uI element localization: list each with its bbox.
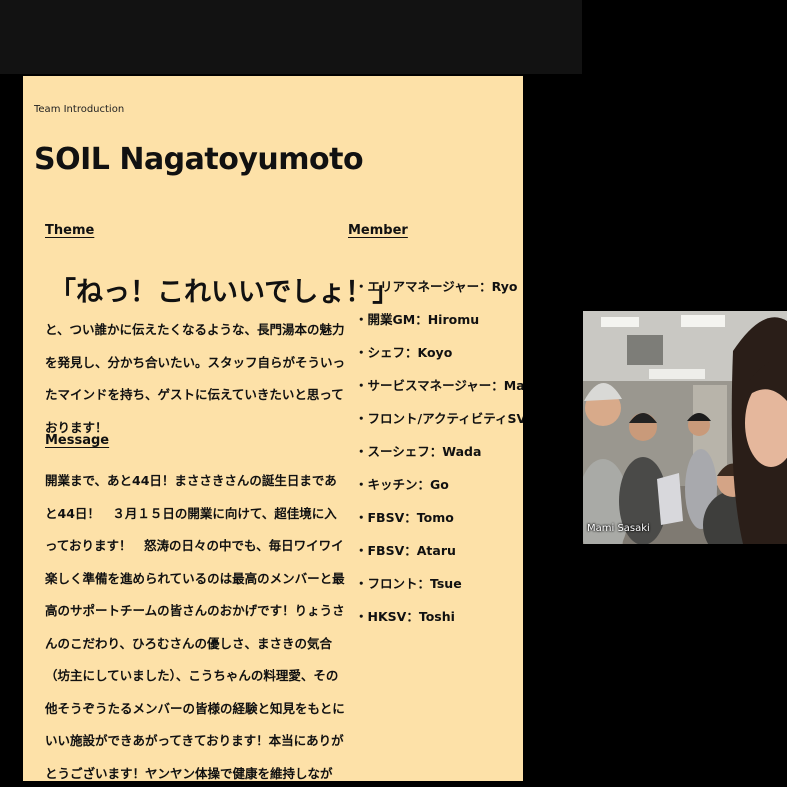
member-list: ・エリアマネージャー：Ryo ・開業GM：Hiromu ・シェフ：Koyo ・サ… <box>355 270 523 633</box>
participant-video-tile[interactable]: Mami Sasaki <box>583 311 787 544</box>
theme-catchphrase: 「ねっ！これいいでしょ！」 <box>49 277 400 308</box>
member-item: ・キッチン：Go <box>355 477 449 492</box>
slide-title: SOIL Nagatoyumoto <box>34 142 364 177</box>
theme-body: と、つい誰かに伝えたくなるような、長門湯本の魅力を発見し、分かち合いたい。スタッ… <box>45 322 346 435</box>
member-item: ・フロント/アクティビティSV：Masaki <box>355 411 523 426</box>
member-item: ・シェフ：Koyo <box>355 345 453 360</box>
shared-slide: Team Introduction SOIL Nagatoyumoto Them… <box>23 76 523 781</box>
participant-name-label: Mami Sasaki <box>587 523 650 534</box>
member-item: ・サービスマネージャー：Mami <box>355 378 523 393</box>
participant-video-feed <box>583 311 787 544</box>
slide-eyebrow: Team Introduction <box>34 104 125 115</box>
meeting-top-bar <box>0 0 582 74</box>
member-item: ・スーシェフ：Wada <box>355 444 482 459</box>
member-item: ・開業GM：Hiromu <box>355 312 480 327</box>
member-item: ・エリアマネージャー：Ryo <box>355 279 518 294</box>
message-body: 開業まで、あと44日！まささきさんの誕生日まであと44日！ ３月１５日の開業に向… <box>45 473 345 781</box>
message-heading: Message <box>45 433 110 448</box>
member-item: ・フロント：Tsue <box>355 576 462 591</box>
theme-heading: Theme <box>45 223 95 238</box>
member-item: ・HKSV：Toshi <box>355 609 455 624</box>
screen-bottom-gap <box>0 781 787 787</box>
member-item: ・FBSV：Ataru <box>355 543 456 558</box>
member-heading: Member <box>348 223 408 238</box>
member-item: ・FBSV：Tomo <box>355 510 454 525</box>
